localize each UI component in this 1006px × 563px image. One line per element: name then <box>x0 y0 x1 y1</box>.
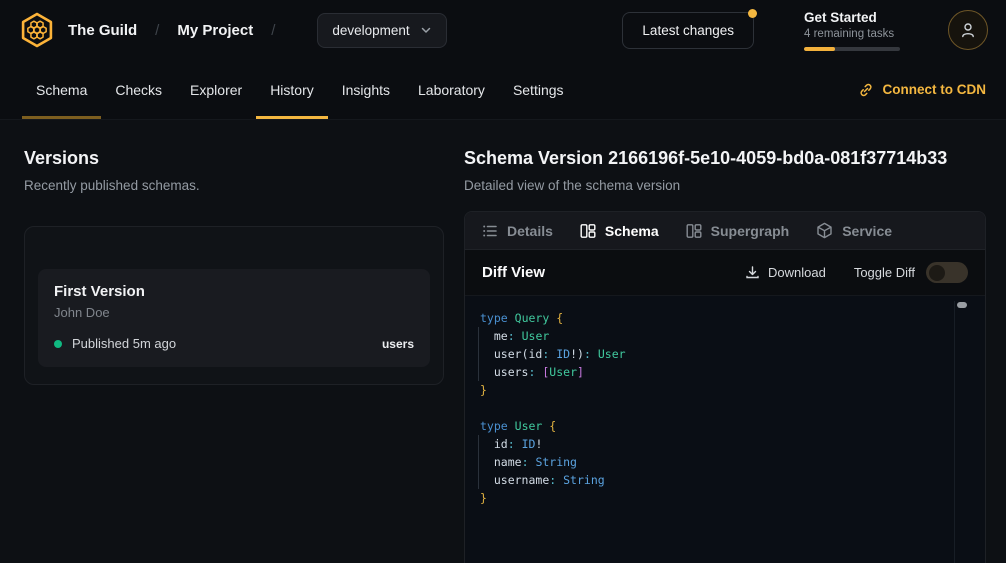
connect-cdn-link[interactable]: Connect to CDN <box>858 60 987 119</box>
code-line: id: ID! <box>480 435 963 453</box>
versions-list-card: First Version John Doe Published 5m ago … <box>24 226 444 385</box>
code-scrollbar-thumb[interactable] <box>957 302 967 308</box>
detail-tabs: Details Schema Supergraph Service <box>465 212 985 250</box>
detail-tab-service[interactable]: Service <box>816 222 892 239</box>
code-block: type Query { me: User user(id: ID!): Use… <box>480 309 963 507</box>
app-header: The Guild / My Project / development Lat… <box>0 0 1006 60</box>
code-line: name: String <box>480 453 963 471</box>
code-line: } <box>480 381 963 399</box>
diff-view-title: Diff View <box>482 264 545 281</box>
code-line <box>480 399 963 417</box>
primary-tabs: SchemaChecksExplorerHistoryInsightsLabor… <box>22 60 578 119</box>
person-icon <box>959 21 977 39</box>
chevron-down-icon <box>420 24 432 36</box>
toggle-diff-label: Toggle Diff <box>854 265 915 280</box>
detail-tab-label: Supergraph <box>711 223 790 239</box>
get-started-progressbar <box>804 47 900 51</box>
detail-tab-label: Schema <box>605 223 659 239</box>
code-line: user(id: ID!): User <box>480 345 963 363</box>
toggle-diff-switch[interactable] <box>926 262 968 283</box>
org-name: The Guild <box>68 22 137 39</box>
detail-tab-details[interactable]: Details <box>482 223 553 239</box>
code-line: me: User <box>480 327 963 345</box>
user-avatar[interactable] <box>948 10 988 50</box>
detail-tab-schema[interactable]: Schema <box>580 223 659 239</box>
code-line: } <box>480 489 963 507</box>
detail-tab-label: Service <box>842 223 892 239</box>
versions-section: Versions Recently published schemas. Fir… <box>20 148 464 563</box>
download-icon <box>745 265 760 280</box>
tab-settings[interactable]: Settings <box>499 60 578 119</box>
code-scrollbar-track[interactable] <box>954 301 966 563</box>
get-started-subtitle: 4 remaining tasks <box>804 28 900 40</box>
schema-version-subtitle: Detailed view of the schema version <box>464 178 986 193</box>
cube-icon <box>816 222 833 239</box>
columns-icon <box>686 223 702 239</box>
list-icon <box>482 223 498 239</box>
hive-logo-icon <box>18 11 56 49</box>
tab-schema[interactable]: Schema <box>22 60 101 119</box>
latest-changes-button[interactable]: Latest changes <box>622 12 754 49</box>
brand[interactable]: The Guild <box>18 11 137 49</box>
version-status: Published 5m ago <box>72 336 176 351</box>
version-title: First Version <box>54 283 414 300</box>
published-status-dot <box>54 340 62 348</box>
columns-icon <box>580 223 596 239</box>
header-right: Latest changes Get Started 4 remaining t… <box>622 10 988 51</box>
breadcrumb-separator: / <box>271 22 275 39</box>
connect-cdn-label: Connect to CDN <box>883 82 987 97</box>
schema-version-title: Schema Version 2166196f-5e10-4059-bd0a-0… <box>464 148 986 169</box>
versions-title: Versions <box>24 148 464 169</box>
download-button[interactable]: Download <box>745 265 826 280</box>
code-line: users: [User] <box>480 363 963 381</box>
get-started-widget[interactable]: Get Started 4 remaining tasks <box>804 10 900 51</box>
schema-version-section: Schema Version 2166196f-5e10-4059-bd0a-0… <box>464 148 986 563</box>
diff-header: Diff View Download Toggle Diff <box>465 250 985 296</box>
tab-checks[interactable]: Checks <box>101 60 176 119</box>
breadcrumb-project[interactable]: My Project <box>177 22 253 39</box>
tab-explorer[interactable]: Explorer <box>176 60 256 119</box>
tab-history[interactable]: History <box>256 60 328 119</box>
code-line: username: String <box>480 471 963 489</box>
target-select-value: development <box>332 23 409 38</box>
tab-insights[interactable]: Insights <box>328 60 404 119</box>
diff-controls: Download Toggle Diff <box>745 262 968 283</box>
latest-changes-label: Latest changes <box>642 23 734 38</box>
version-list-item[interactable]: First Version John Doe Published 5m ago … <box>38 269 430 367</box>
service-badge: users <box>382 337 414 351</box>
toggle-diff-knob <box>929 265 945 281</box>
code-line: type User { <box>480 417 963 435</box>
primary-nav: SchemaChecksExplorerHistoryInsightsLabor… <box>0 60 1006 120</box>
notification-dot <box>748 9 757 18</box>
breadcrumb-separator: / <box>155 22 159 39</box>
code-line: type Query { <box>480 309 963 327</box>
schema-detail-panel: Details Schema Supergraph Service Diff View… <box>464 211 986 563</box>
versions-subtitle: Recently published schemas. <box>24 178 464 193</box>
version-status-row: Published 5m ago users <box>54 336 414 351</box>
tab-laboratory[interactable]: Laboratory <box>404 60 499 119</box>
target-select[interactable]: development <box>317 13 446 48</box>
download-label: Download <box>768 265 826 280</box>
get-started-title: Get Started <box>804 10 900 25</box>
version-author: John Doe <box>54 305 414 320</box>
link-icon <box>858 82 874 98</box>
detail-tab-supergraph[interactable]: Supergraph <box>686 223 790 239</box>
schema-code-area[interactable]: type Query { me: User user(id: ID!): Use… <box>465 296 985 563</box>
get-started-progress-fill <box>804 47 835 51</box>
main-content: Versions Recently published schemas. Fir… <box>0 120 1006 563</box>
detail-tab-label: Details <box>507 223 553 239</box>
